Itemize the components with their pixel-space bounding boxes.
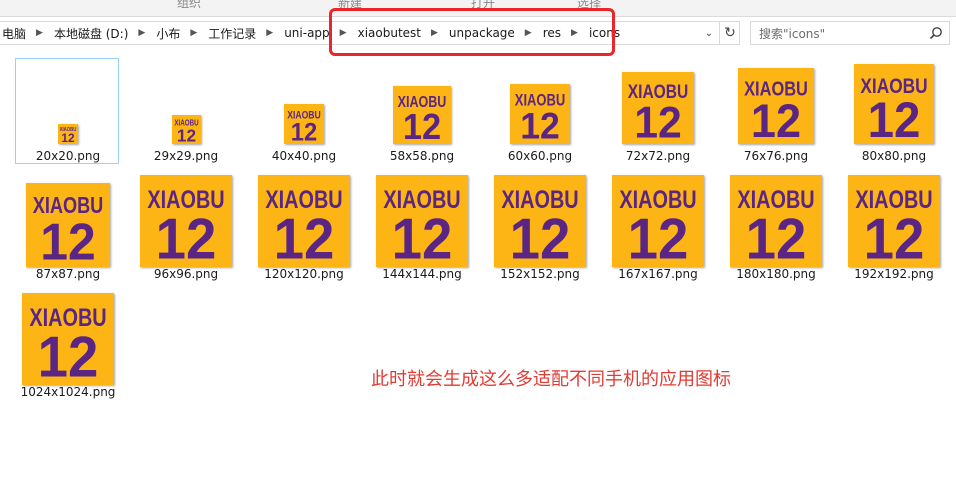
png-thumbnail-icon: XIAOBU 12 (393, 86, 451, 144)
png-thumbnail-icon: XIAOBU 12 (494, 175, 586, 267)
file-name: 87x87.png (35, 267, 101, 281)
breadcrumb-item[interactable]: 小布 (154, 25, 182, 42)
file-item[interactable]: XIAOBU 12 58x58.png (369, 56, 475, 168)
file-name: 167x167.png (618, 267, 698, 281)
breadcrumb-item[interactable]: uni-app (282, 26, 331, 40)
file-name: 20x20.png (35, 149, 101, 163)
search-box (750, 21, 950, 45)
file-name: 120x120.png (264, 267, 344, 281)
file-name: 76x76.png (743, 149, 809, 163)
icon-number: 12 (520, 105, 560, 144)
icon-number: 12 (274, 208, 335, 267)
file-name: 1024x1024.png (20, 385, 116, 399)
png-thumbnail-icon: XIAOBU 12 (738, 68, 814, 144)
file-item[interactable]: XIAOBU 12 120x120.png (251, 173, 357, 285)
chevron-right-icon[interactable]: ▶ (28, 28, 52, 38)
breadcrumb-item[interactable]: 电脑 (0, 25, 28, 42)
chevron-right-icon[interactable]: ▶ (563, 28, 587, 38)
breadcrumb-item[interactable]: res (541, 26, 563, 40)
icon-number: 12 (634, 99, 682, 144)
file-name: 96x96.png (153, 267, 219, 281)
png-thumbnail-icon: XIAOBU 12 (622, 72, 694, 144)
icon-number: 12 (510, 208, 571, 267)
icon-number: 12 (38, 326, 99, 385)
file-item[interactable]: XIAOBU 12 192x192.png (841, 173, 947, 285)
png-thumbnail-icon: XIAOBU 12 (258, 175, 350, 267)
file-item[interactable]: XIAOBU 12 180x180.png (723, 173, 829, 285)
file-name: 72x72.png (625, 149, 691, 163)
file-name: 192x192.png (854, 267, 934, 281)
icon-number: 12 (746, 208, 807, 267)
file-item[interactable]: XIAOBU 12 152x152.png (487, 173, 593, 285)
ribbon-group-new[interactable]: 新建 (338, 0, 362, 11)
file-item[interactable]: XIAOBU 12 167x167.png (605, 173, 711, 285)
icon-number: 12 (61, 131, 74, 144)
ribbon-group-open[interactable]: 打开 (471, 0, 495, 11)
refresh-icon[interactable]: ↻ (719, 22, 740, 44)
address-bar[interactable]: 电脑 ▶ 本地磁盘 (D:) ▶ 小布 ▶ 工作记录 ▶ uni-app ▶ x… (0, 21, 740, 45)
file-name: 40x40.png (271, 149, 337, 163)
png-thumbnail-icon: XIAOBU 12 (140, 175, 232, 267)
chevron-right-icon[interactable]: ▶ (332, 28, 356, 38)
file-item[interactable]: XIAOBU 12 72x72.png (605, 56, 711, 168)
chevron-right-icon[interactable]: ▶ (258, 28, 282, 38)
file-item[interactable]: XIAOBU 12 144x144.png (369, 173, 475, 285)
breadcrumb-item[interactable]: 工作记录 (206, 25, 258, 42)
file-item[interactable]: XIAOBU 12 20x20.png (15, 56, 121, 168)
file-item[interactable]: XIAOBU 12 29x29.png (133, 56, 239, 168)
file-item[interactable]: XIAOBU 12 80x80.png (841, 56, 947, 168)
icon-number: 12 (156, 208, 217, 267)
chevron-right-icon[interactable]: ▶ (130, 28, 154, 38)
file-item[interactable]: XIAOBU 12 76x76.png (723, 56, 829, 168)
png-thumbnail-icon: XIAOBU 12 (284, 104, 324, 144)
search-icon[interactable] (929, 26, 943, 40)
search-input[interactable] (757, 24, 929, 44)
file-name: 58x58.png (389, 149, 455, 163)
chevron-down-icon[interactable]: ⌄ (700, 22, 718, 44)
chevron-right-icon[interactable]: ▶ (517, 28, 541, 38)
breadcrumb: 电脑 ▶ 本地磁盘 (D:) ▶ 小布 ▶ 工作记录 ▶ uni-app ▶ x… (0, 22, 622, 44)
file-name: 80x80.png (861, 149, 927, 163)
png-thumbnail-icon: XIAOBU 12 (848, 175, 940, 267)
file-item[interactable]: XIAOBU 12 96x96.png (133, 173, 239, 285)
icon-number: 12 (291, 119, 317, 144)
icon-number: 12 (392, 208, 453, 267)
chevron-right-icon[interactable]: ▶ (182, 28, 206, 38)
ribbon-group-select[interactable]: 选择 (577, 0, 601, 11)
file-item[interactable]: XIAOBU 12 1024x1024.png (15, 291, 121, 403)
png-thumbnail-icon: XIAOBU 12 (26, 183, 110, 267)
file-name: 60x60.png (507, 149, 573, 163)
breadcrumb-item[interactable]: unpackage (447, 26, 517, 40)
file-name: 29x29.png (153, 149, 219, 163)
annotation-text: 此时就会生成这么多适配不同手机的应用图标 (371, 369, 731, 390)
png-thumbnail-icon: XIAOBU 12 (58, 124, 78, 144)
file-item[interactable]: XIAOBU 12 60x60.png (487, 56, 593, 168)
png-thumbnail-icon: XIAOBU 12 (171, 115, 201, 144)
file-name: 180x180.png (736, 267, 816, 281)
icon-number: 12 (751, 94, 801, 144)
png-thumbnail-icon: XIAOBU 12 (510, 84, 570, 144)
png-thumbnail-icon: XIAOBU 12 (730, 175, 822, 267)
icon-number: 12 (40, 213, 95, 267)
ribbon-group-organize[interactable]: 组织 (177, 0, 201, 11)
icon-number: 12 (868, 92, 921, 144)
file-name: 152x152.png (500, 267, 580, 281)
png-thumbnail-icon: XIAOBU 12 (612, 175, 704, 267)
breadcrumb-item[interactable]: xiaobutest (356, 26, 423, 40)
ribbon: 组织 新建 打开 选择 (0, 0, 956, 17)
breadcrumb-item[interactable]: 本地磁盘 (D:) (52, 25, 130, 42)
png-thumbnail-icon: XIAOBU 12 (854, 64, 934, 144)
png-thumbnail-icon: XIAOBU 12 (22, 293, 114, 385)
icon-number: 12 (864, 208, 925, 267)
png-thumbnail-icon: XIAOBU 12 (376, 175, 468, 267)
file-item[interactable]: XIAOBU 12 87x87.png (15, 173, 121, 285)
file-name: 144x144.png (382, 267, 462, 281)
icon-number: 12 (176, 125, 195, 144)
icon-number: 12 (403, 106, 441, 144)
file-item[interactable]: XIAOBU 12 40x40.png (251, 56, 357, 168)
breadcrumb-item[interactable]: icons (587, 26, 622, 40)
icon-number: 12 (628, 208, 689, 267)
chevron-right-icon[interactable]: ▶ (423, 28, 447, 38)
